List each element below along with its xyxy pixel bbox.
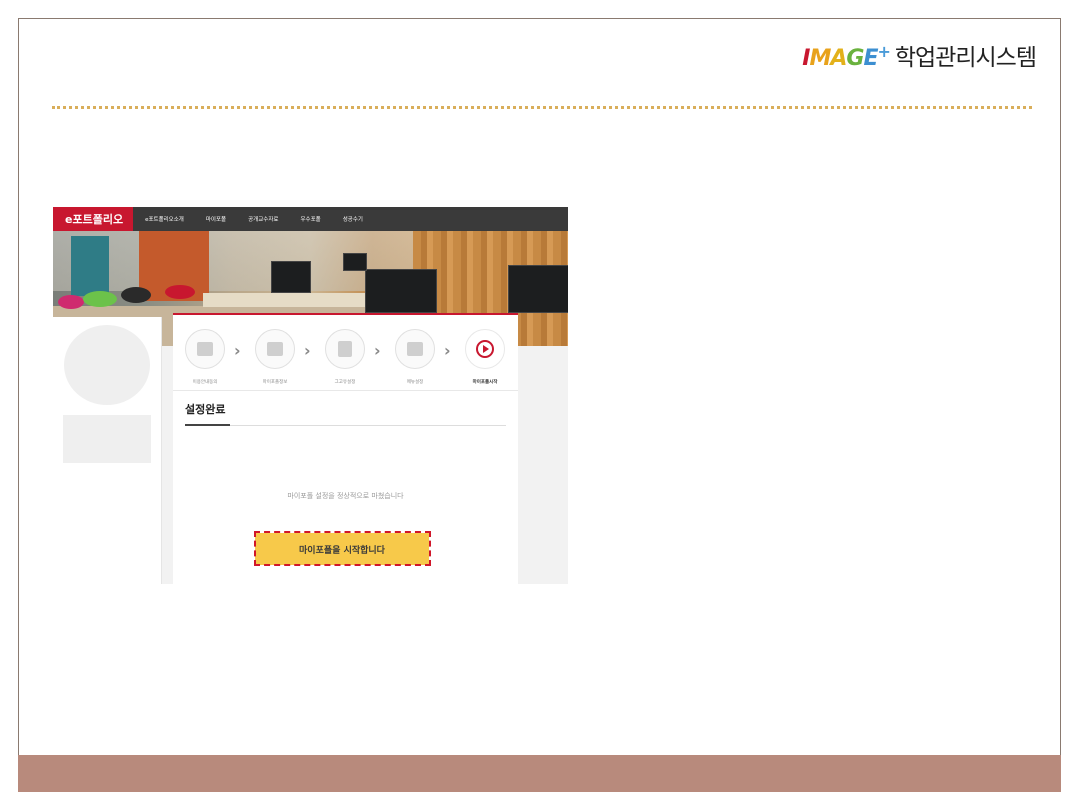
step-circle <box>185 329 225 369</box>
monitor <box>271 261 311 293</box>
profile-info-box <box>63 415 151 463</box>
title-underline <box>185 424 230 426</box>
hero-teal-wall <box>71 236 109 296</box>
step-circle <box>255 329 295 369</box>
beanbag <box>165 285 195 299</box>
logo: IMAGE + 학업관리시스템 <box>802 38 1037 71</box>
section-title: 설정완료 <box>185 403 226 416</box>
top-nav: e포트폴리오 e포트폴리오소개 마이포폴 공개교수자료 우수포폴 성공수기 <box>53 207 568 231</box>
play-icon <box>476 340 494 358</box>
logo-letter: A <box>830 46 847 71</box>
check-icon <box>197 342 213 356</box>
chevron-right-icon: › <box>444 341 451 360</box>
step-label: 마이포폴정보 <box>262 380 288 385</box>
monitor <box>343 253 367 271</box>
highlight-annotation <box>254 531 431 566</box>
beanbag <box>58 295 84 309</box>
step-menu[interactable]: 메뉴설정 <box>394 329 436 385</box>
nav-item-public-materials[interactable]: 공개교수자료 <box>248 215 278 223</box>
step-terms[interactable]: 이용안내동의 <box>184 329 226 385</box>
step-label: 이용안내동의 <box>192 380 218 385</box>
chevron-right-icon: › <box>374 341 381 360</box>
list-icon <box>407 342 423 356</box>
brand-tab[interactable]: e포트폴리오 <box>53 207 134 231</box>
step-info[interactable]: 마이포폴정보 <box>254 329 296 385</box>
logo-letter: G <box>846 46 864 71</box>
nav-item-intro[interactable]: e포트폴리오소개 <box>145 215 184 223</box>
app-screenshot: e포트폴리오 e포트폴리오소개 마이포폴 공개교수자료 우수포폴 성공수기 이용… <box>53 207 568 584</box>
beanbag <box>121 287 151 303</box>
step-circle <box>395 329 435 369</box>
logo-plus: + <box>877 42 891 61</box>
chevron-right-icon: › <box>304 341 311 360</box>
logo-letter: E <box>863 46 878 71</box>
right-gutter <box>518 346 568 584</box>
logo-brand: IMAGE <box>802 46 878 71</box>
step-unique[interactable]: 그고유설정 <box>324 329 366 385</box>
step-label: 메뉴설정 <box>406 380 424 385</box>
step-circle <box>325 329 365 369</box>
step-circle <box>465 329 505 369</box>
book-icon <box>338 341 352 357</box>
title-rule <box>185 425 506 426</box>
logo-letter: M <box>809 46 831 71</box>
completion-message: 마이포폴 설정을 정상적으로 마쳤습니다 <box>287 492 404 500</box>
footer-bar <box>18 755 1061 792</box>
beanbag <box>83 291 117 307</box>
avatar <box>64 325 150 405</box>
nav-item-success-stories[interactable]: 성공수기 <box>343 215 363 223</box>
monitor <box>365 269 437 313</box>
monitor <box>508 265 568 313</box>
nav-item-best-portfolio[interactable]: 우수포폴 <box>301 215 321 223</box>
chevron-right-icon: › <box>234 341 241 360</box>
nav-item-myportfolio[interactable]: 마이포폴 <box>206 215 226 223</box>
dotted-divider <box>52 106 1032 109</box>
step-start[interactable]: 마이포폴시작 <box>464 329 506 385</box>
step-label: 그고유설정 <box>334 380 356 385</box>
logo-letter: I <box>802 46 810 71</box>
nav-items: e포트폴리오소개 마이포폴 공개교수자료 우수포폴 성공수기 <box>145 215 385 223</box>
step-label: 마이포폴시작 <box>472 380 498 385</box>
profile-panel <box>53 317 162 584</box>
logo-title: 학업관리시스템 <box>894 45 1037 71</box>
keyboard-icon <box>267 342 283 356</box>
step-divider <box>173 390 518 391</box>
step-progress: 이용안내동의 › 마이포폴정보 › 그고유설정 › 메뉴설정 › 마이포폴시작 <box>173 321 518 391</box>
